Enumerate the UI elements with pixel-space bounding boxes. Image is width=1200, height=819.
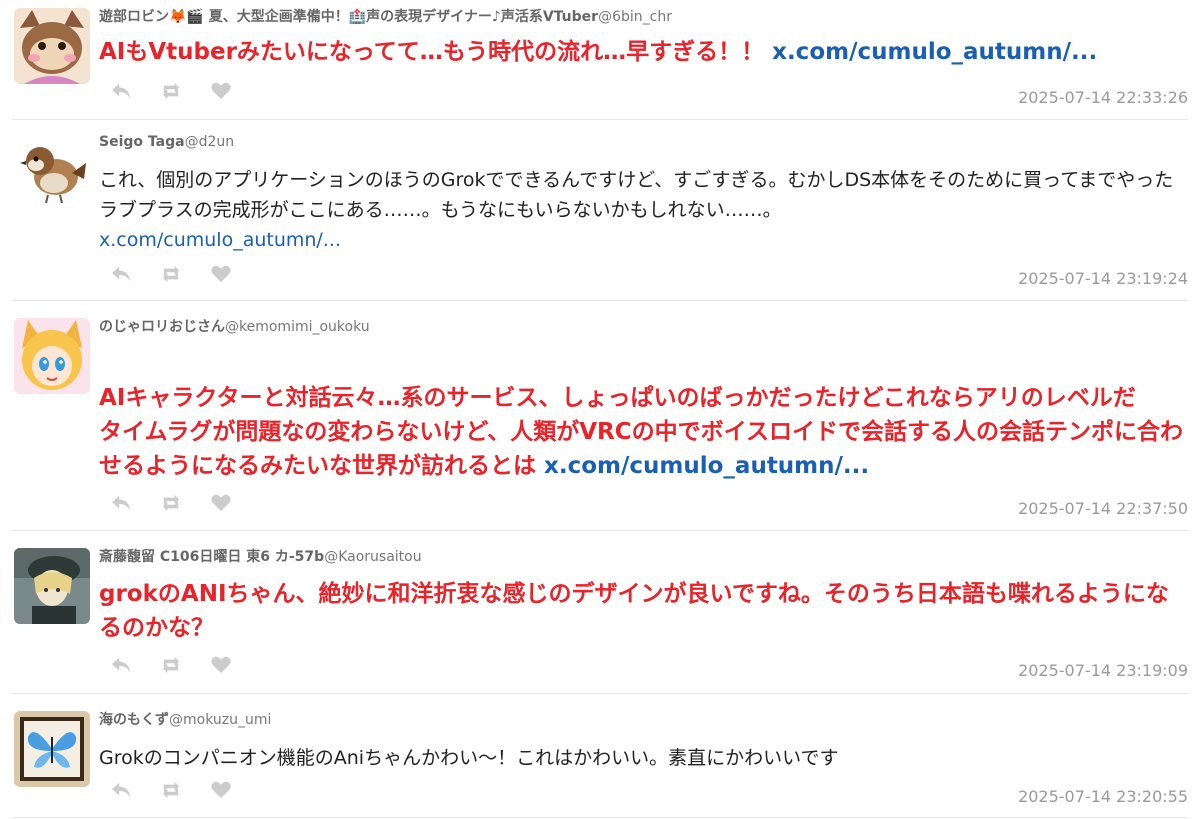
retweet-icon[interactable] xyxy=(160,656,184,676)
reply-icon[interactable] xyxy=(110,265,134,285)
tweet-link[interactable]: x.com/cumulo_autumn/... xyxy=(544,453,869,479)
tweet-timestamp[interactable]: 2025-07-14 23:19:24 xyxy=(1018,269,1188,288)
like-icon[interactable] xyxy=(210,82,234,102)
fox-girl-avatar-icon[interactable] xyxy=(14,318,90,394)
orange-fox-avatar-icon[interactable] xyxy=(14,8,90,84)
tweet-author[interactable]: 斎藤馥留 C106日曜日 東6 カ-57b@Kaorusaitou xyxy=(99,548,1188,566)
tweet-author[interactable]: 海のもくず@mokuzu_umi xyxy=(99,711,1188,729)
retweet-icon[interactable] xyxy=(160,82,184,102)
tweet-text: これ、個別のアプリケーションのほうのGrokでできるんですけど、すごすぎる。むか… xyxy=(99,165,1188,255)
retweet-icon[interactable] xyxy=(160,265,184,285)
author-handle[interactable]: @d2un xyxy=(185,134,235,150)
tweet-timestamp[interactable]: 2025-07-14 22:33:26 xyxy=(1018,88,1188,107)
tweet-feed: 遊部ロビン🦊🎬 夏、大型企画準備中！🏥声の表現デザイナー♪声活系VTuber@6… xyxy=(0,0,1200,819)
author-handle[interactable]: @mokuzu_umi xyxy=(169,712,271,728)
tweet-item: 遊部ロビン🦊🎬 夏、大型企画準備中！🏥声の表現デザイナー♪声活系VTuber@6… xyxy=(12,8,1188,120)
author-handle[interactable]: @Kaorusaitou xyxy=(324,549,421,565)
tweet-item: Seigo Taga@d2un これ、個別のアプリケーションのほうのGrokでで… xyxy=(12,133,1188,301)
tweet-actions xyxy=(110,781,234,801)
tweet-timestamp[interactable]: 2025-07-14 23:19:09 xyxy=(1018,661,1188,680)
tweet-text: AIキャラクターと対話云々…系のサービス、しょっぱいのばっかだったけどこれならア… xyxy=(99,347,1188,483)
like-icon[interactable] xyxy=(210,265,234,285)
tweet-actions xyxy=(110,265,234,285)
author-name[interactable]: Seigo Taga xyxy=(99,134,185,150)
tweet-text-content: AIもVtuberみたいになってて…もう時代の流れ…早すぎる！！ xyxy=(99,39,773,65)
uniform-character-avatar-icon[interactable] xyxy=(14,548,90,624)
sparrow-avatar-icon[interactable] xyxy=(14,133,90,209)
tweet-actions xyxy=(110,82,234,102)
author-name[interactable]: のじゃロリおじさん xyxy=(99,319,225,335)
tweet-text: AIもVtuberみたいになってて…もう時代の流れ…早すぎる！！ x.com/c… xyxy=(99,35,1188,69)
reply-icon[interactable] xyxy=(110,494,134,514)
tweet-actions xyxy=(110,494,234,514)
like-icon[interactable] xyxy=(210,656,234,676)
tweet-author[interactable]: 遊部ロビン🦊🎬 夏、大型企画準備中！🏥声の表現デザイナー♪声活系VTuber@6… xyxy=(99,8,1188,26)
retweet-icon[interactable] xyxy=(160,781,184,801)
author-name[interactable]: 斎藤馥留 C106日曜日 東6 カ-57b xyxy=(99,549,324,565)
author-handle[interactable]: @kemomimi_oukoku xyxy=(225,319,370,335)
tweet-actions xyxy=(110,656,234,676)
tweet-item: のじゃロリおじさん@kemomimi_oukoku AIキャラクターと対話云々…… xyxy=(12,318,1188,531)
tweet-author[interactable]: Seigo Taga@d2un xyxy=(99,133,1188,151)
tweet-item: 海のもくず@mokuzu_umi Grokのコンパニオン機能のAniちゃんかわい… xyxy=(12,711,1188,818)
reply-icon[interactable] xyxy=(110,781,134,801)
like-icon[interactable] xyxy=(210,494,234,514)
reply-icon[interactable] xyxy=(110,82,134,102)
tweet-text: grokのANIちゃん、絶妙に和洋折衷な感じのデザインが良いですね。そのうち日本… xyxy=(99,577,1188,645)
reply-icon[interactable] xyxy=(110,656,134,676)
butterfly-frame-avatar-icon[interactable] xyxy=(14,711,90,787)
tweet-text-content: grokのANIちゃん、絶妙に和洋折衷な感じのデザインが良いですね。そのうち日本… xyxy=(99,581,1169,641)
author-name[interactable]: 海のもくず xyxy=(99,712,169,728)
like-icon[interactable] xyxy=(210,781,234,801)
tweet-author[interactable]: のじゃロリおじさん@kemomimi_oukoku xyxy=(99,318,1188,336)
author-handle[interactable]: @6bin_chr xyxy=(598,9,672,25)
tweet-timestamp[interactable]: 2025-07-14 23:20:55 xyxy=(1018,787,1188,806)
tweet-text-content: Grokのコンパニオン機能のAniちゃんかわい〜！これはかわいい。素直にかわいい… xyxy=(99,747,839,769)
author-name[interactable]: 遊部ロビン🦊🎬 夏、大型企画準備中！🏥声の表現デザイナー♪声活系VTuber xyxy=(99,9,598,25)
tweet-text-content: これ、個別のアプリケーションのほうのGrokでできるんですけど、すごすぎる。むか… xyxy=(99,169,1174,221)
tweet-item: 斎藤馥留 C106日曜日 東6 カ-57b@Kaorusaitou grokのA… xyxy=(12,548,1188,694)
retweet-icon[interactable] xyxy=(160,494,184,514)
tweet-link[interactable]: x.com/cumulo_autumn/... xyxy=(772,39,1097,65)
tweet-link[interactable]: x.com/cumulo_autumn/... xyxy=(99,229,341,251)
tweet-timestamp[interactable]: 2025-07-14 22:37:50 xyxy=(1018,499,1188,518)
tweet-text: Grokのコンパニオン機能のAniちゃんかわい〜！これはかわいい。素直にかわいい… xyxy=(99,743,1188,773)
